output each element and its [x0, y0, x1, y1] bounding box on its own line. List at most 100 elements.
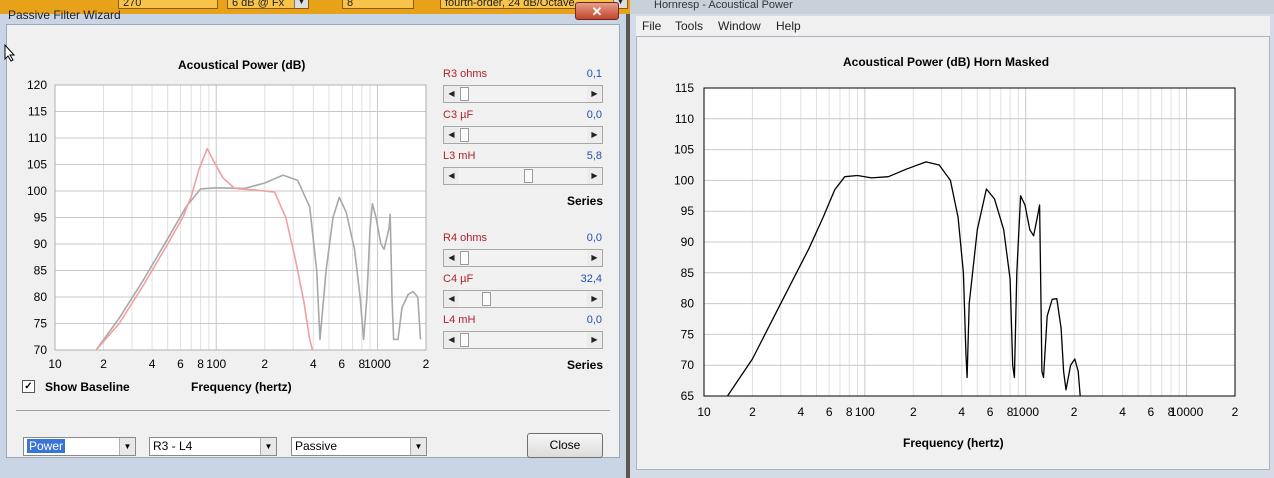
x-tick-label: 2 — [910, 405, 917, 419]
slider-value: 0,0 — [586, 109, 602, 121]
scroll-left-icon[interactable]: ◀ — [444, 86, 459, 102]
y-tick-label: 80 — [34, 290, 48, 304]
x-tick-label: 2 — [261, 357, 268, 371]
x-tick-label: 100 — [855, 405, 875, 419]
wizard-close-icon[interactable]: ✕ — [575, 2, 619, 20]
slider-thumb[interactable] — [460, 128, 469, 142]
scroll-left-icon[interactable]: ◀ — [444, 332, 459, 348]
combo-mode[interactable]: Passive ▼ — [291, 437, 427, 456]
slider-label: R3 ohms — [443, 68, 488, 80]
slider-track[interactable]: ◀ ▶ — [443, 331, 603, 349]
x-tick-label: 4 — [1119, 405, 1126, 419]
slider-track[interactable]: ◀ ▶ — [443, 249, 603, 267]
slider-track[interactable]: ◀ ▶ — [443, 126, 603, 144]
combo-mode-dropdown-icon[interactable]: ▼ — [410, 438, 426, 455]
slider-label: L4 mH — [443, 314, 476, 326]
bg-field-1[interactable]: 270 — [118, 0, 218, 9]
x-tick-label: 2 — [423, 357, 430, 371]
combo-power-value: Power — [27, 439, 66, 453]
slider-thumb[interactable] — [524, 169, 534, 183]
y-tick-label: 105 — [674, 143, 694, 157]
x-tick-label: 6 — [338, 357, 345, 371]
slider-track[interactable]: ◀ ▶ — [443, 85, 603, 103]
y-tick-label: 110 — [28, 131, 47, 145]
bg-field-2-text: 6 dB @ Fx — [232, 0, 285, 9]
wizard-xlabel: Frequency (hertz) — [191, 380, 292, 394]
menu-window[interactable]: Window — [718, 19, 761, 33]
bg-field-2[interactable]: 6 dB @ Fx ▼ — [227, 0, 309, 9]
wizard-chart: 70758085909510010511011512010 2 4 6 8 100 2 4 6 8… — [27, 78, 430, 371]
wizard-title: Passive Filter Wizard — [8, 8, 121, 22]
combo-range-value: R3 - L4 — [153, 439, 193, 453]
show-baseline-label: Show Baseline — [45, 380, 130, 394]
y-tick-label: 65 — [681, 389, 695, 403]
combo-range-dropdown-icon[interactable]: ▼ — [260, 438, 276, 455]
hornresp-menubar: File Tools Window Help — [636, 16, 1270, 36]
series-label-bottom: Series — [567, 358, 604, 372]
hornresp-titlebar: Hornresp - Acoustical Power — [630, 0, 1274, 14]
menu-help[interactable]: Help — [776, 19, 801, 33]
mouse-cursor-icon — [4, 44, 16, 62]
combo-power[interactable]: Power ▼ — [23, 437, 136, 456]
slider-value: 0,0 — [586, 232, 602, 244]
slider-label: R4 ohms — [443, 232, 488, 244]
x-tick-label: 10 — [48, 357, 62, 371]
scroll-left-icon[interactable]: ◀ — [444, 127, 459, 143]
menu-tools[interactable]: Tools — [675, 19, 703, 33]
x-tick-label: 6 — [826, 405, 833, 419]
x-tick-label: 6 — [177, 357, 184, 371]
slider-thumb[interactable] — [460, 333, 469, 347]
slider-value: 5,8 — [586, 150, 602, 162]
y-tick-label: 70 — [681, 358, 695, 372]
scroll-right-icon[interactable]: ▶ — [587, 168, 602, 184]
bg-field-2-dropdown-icon[interactable]: ▼ — [294, 0, 308, 8]
y-tick-label: 75 — [681, 327, 695, 341]
x-tick-label: 2 — [1232, 405, 1239, 419]
scroll-right-icon[interactable]: ▶ — [587, 332, 602, 348]
y-tick-label: 85 — [34, 264, 48, 278]
slider-value: 32,4 — [580, 273, 602, 285]
x-tick-label: 1000 — [364, 357, 391, 371]
slider-track[interactable]: ◀ ▶ — [443, 167, 603, 185]
x-tick-label: 4 — [310, 357, 317, 371]
scroll-right-icon[interactable]: ▶ — [587, 127, 602, 143]
x-tick-label: 1000 — [1012, 405, 1039, 419]
x-tick-label: 4 — [958, 405, 965, 419]
slider-thumb[interactable] — [460, 87, 469, 101]
slider-label: L3 mH — [443, 150, 476, 162]
scroll-left-icon[interactable]: ◀ — [444, 168, 459, 184]
menu-file[interactable]: File — [642, 19, 661, 33]
x-tick-label: 2 — [100, 357, 107, 371]
y-tick-label: 90 — [681, 235, 695, 249]
y-tick-label: 95 — [681, 204, 695, 218]
scroll-right-icon[interactable]: ▶ — [587, 86, 602, 102]
y-tick-label: 115 — [675, 81, 694, 95]
bg-field-4-text: fourth-order, 24 dB/Octave — [445, 0, 575, 9]
close-button[interactable]: Close — [527, 433, 603, 458]
x-tick-label: 6 — [1148, 405, 1155, 419]
y-tick-label: 70 — [34, 343, 48, 357]
slider-value: 0,1 — [586, 68, 602, 80]
y-tick-label: 75 — [34, 317, 48, 331]
scroll-right-icon[interactable]: ▶ — [587, 291, 602, 307]
slider-value: 0,0 — [586, 314, 602, 326]
x-tick-label: 100 — [206, 357, 226, 371]
slider-track[interactable]: ◀ ▶ — [443, 290, 603, 308]
slider-label: C3 µF — [443, 109, 474, 121]
x-tick-label: 2 — [1071, 405, 1078, 419]
hornresp-title: Hornresp - Acoustical Power — [654, 0, 793, 11]
bg-field-3[interactable]: 8 — [342, 0, 414, 9]
scroll-left-icon[interactable]: ◀ — [444, 291, 459, 307]
slider-label: C4 µF — [443, 273, 474, 285]
x-tick-label: 8 — [197, 357, 204, 371]
combo-range[interactable]: R3 - L4 ▼ — [149, 437, 277, 456]
y-tick-label: 85 — [681, 266, 695, 280]
scroll-left-icon[interactable]: ◀ — [444, 250, 459, 266]
y-tick-label: 100 — [27, 184, 47, 198]
show-baseline-checkbox[interactable]: ✓ — [22, 380, 35, 393]
slider-thumb[interactable] — [482, 292, 492, 306]
combo-power-dropdown-icon[interactable]: ▼ — [119, 438, 135, 455]
scroll-right-icon[interactable]: ▶ — [587, 250, 602, 266]
slider-thumb[interactable] — [460, 251, 469, 265]
hornresp-chart: 6570758085909510010511011510 2 4 6 8 100 2 4 6 81… — [674, 81, 1239, 419]
